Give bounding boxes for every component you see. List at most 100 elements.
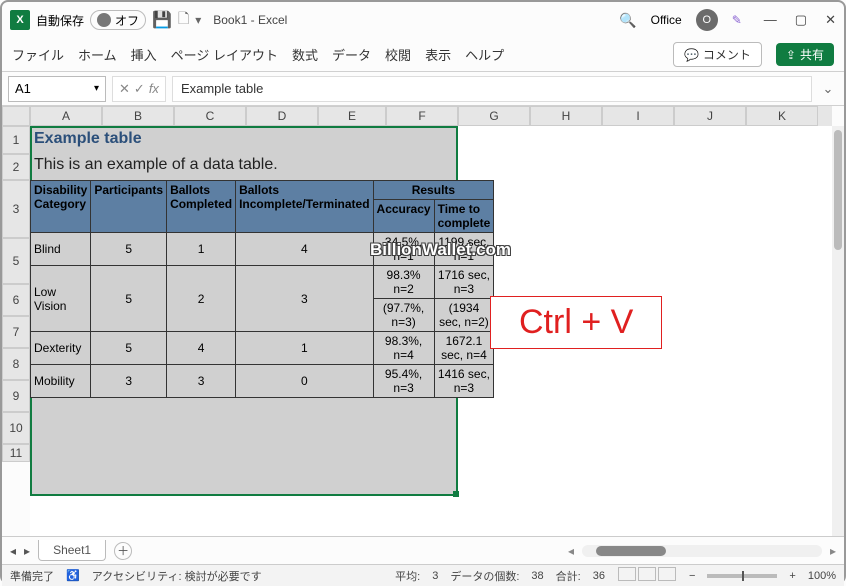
header-incomplete: Ballots Incomplete/Terminated: [236, 181, 373, 233]
col-header-H[interactable]: H: [530, 106, 602, 126]
new-doc-icon[interactable]: 🗋: [178, 8, 189, 32]
row-header-1[interactable]: 1: [2, 126, 30, 154]
scrollbar-thumb[interactable]: [834, 130, 842, 250]
tab-scroll-right-icon[interactable]: ▸: [830, 544, 836, 558]
row-header-10[interactable]: 10: [2, 412, 30, 444]
comments-button[interactable]: 💬 コメント: [673, 42, 762, 67]
tab-view[interactable]: 表示: [425, 45, 451, 64]
col-header-B[interactable]: B: [102, 106, 174, 126]
cell: Blind: [31, 233, 91, 266]
cell: 1: [236, 332, 373, 365]
zoom-in-icon[interactable]: +: [789, 570, 795, 582]
tab-scroll-left-icon[interactable]: ◂: [568, 544, 574, 558]
ribbon-tabs: ファイル ホーム 挿入 ページ レイアウト 数式 データ 校閲 表示 ヘルプ 💬…: [2, 38, 844, 72]
cell: 98.3% n=2: [373, 266, 434, 299]
col-header-J[interactable]: J: [674, 106, 746, 126]
row-header-6[interactable]: 6: [2, 284, 30, 316]
autosave-toggle[interactable]: オフ: [90, 10, 146, 30]
header-accuracy: Accuracy: [373, 200, 434, 233]
add-sheet-button[interactable]: ＋: [114, 542, 132, 560]
autosave-label: 自動保存: [36, 12, 84, 29]
search-icon[interactable]: 🔍: [619, 12, 636, 29]
row-header-2[interactable]: 2: [2, 154, 30, 180]
stat-count-label: データの個数:: [450, 568, 519, 584]
expand-formula-bar-icon[interactable]: ⌄: [818, 81, 838, 97]
stat-sum-label: 合計:: [556, 568, 581, 584]
view-mode-buttons[interactable]: [617, 567, 677, 584]
autosave-state: オフ: [115, 12, 139, 29]
name-box[interactable]: A1 ▾: [8, 76, 106, 102]
accessibility-icon[interactable]: ♿: [66, 569, 80, 582]
cell: 1416 sec, n=3: [434, 365, 494, 398]
col-header-K[interactable]: K: [746, 106, 818, 126]
minimize-button[interactable]: —: [764, 12, 777, 28]
col-header-E[interactable]: E: [318, 106, 386, 126]
row-header-3[interactable]: 3: [2, 180, 30, 238]
fx-icon[interactable]: fx: [149, 81, 159, 96]
row-header-8[interactable]: 8: [2, 348, 30, 380]
spreadsheet-grid[interactable]: ABCDEFGHIJK 123567891011 Example table T…: [2, 106, 844, 536]
tab-home[interactable]: ホーム: [78, 45, 117, 64]
office-label: Office: [651, 13, 682, 27]
header-completed: Ballots Completed: [167, 181, 236, 233]
share-button[interactable]: ⇪ 共有: [776, 43, 834, 66]
comment-icon: 💬: [684, 48, 699, 62]
sheet-nav-next-icon[interactable]: ▸: [24, 544, 30, 558]
drawing-mode-icon[interactable]: ✎: [732, 13, 742, 27]
sheet-tab-active[interactable]: Sheet1: [38, 540, 106, 561]
tab-help[interactable]: ヘルプ: [465, 45, 504, 64]
excel-app-icon: X: [10, 10, 30, 30]
col-header-F[interactable]: F: [386, 106, 458, 126]
qat-overflow-icon[interactable]: ▾: [195, 13, 201, 27]
cell: 5: [91, 266, 167, 332]
select-all-corner[interactable]: [2, 106, 30, 126]
save-icon[interactable]: 💾: [152, 10, 172, 30]
tab-file[interactable]: ファイル: [12, 45, 64, 64]
cell: 2: [167, 266, 236, 332]
horizontal-scrollbar[interactable]: [582, 545, 822, 557]
cancel-formula-icon[interactable]: ✕: [119, 81, 130, 97]
tab-insert[interactable]: 挿入: [131, 45, 157, 64]
tab-layout[interactable]: ページ レイアウト: [171, 45, 278, 64]
cell: 0: [236, 365, 373, 398]
stat-count-value: 38: [531, 570, 543, 582]
cell: Dexterity: [31, 332, 91, 365]
zoom-out-icon[interactable]: −: [689, 570, 695, 582]
row-header-7[interactable]: 7: [2, 316, 30, 348]
vertical-scrollbar[interactable]: [832, 126, 844, 536]
cell: 3: [167, 365, 236, 398]
cell: 4: [167, 332, 236, 365]
tab-formulas[interactable]: 数式: [292, 45, 318, 64]
sheet-nav-prev-icon[interactable]: ◂: [10, 544, 16, 558]
col-header-G[interactable]: G: [458, 106, 530, 126]
header-results: Results: [373, 181, 494, 200]
close-button[interactable]: ✕: [825, 12, 836, 28]
tab-review[interactable]: 校閲: [385, 45, 411, 64]
document-title: Book1 - Excel: [213, 13, 287, 27]
row-headers: 123567891011: [2, 126, 30, 462]
col-header-C[interactable]: C: [174, 106, 246, 126]
formula-value: Example table: [181, 81, 263, 96]
cell: 1716 sec, n=3: [434, 266, 494, 299]
tab-data[interactable]: データ: [332, 45, 371, 64]
maximize-button[interactable]: ▢: [795, 12, 807, 28]
fill-handle[interactable]: [453, 491, 459, 497]
account-avatar[interactable]: O: [696, 9, 718, 31]
accept-formula-icon[interactable]: ✓: [134, 81, 145, 97]
col-header-I[interactable]: I: [602, 106, 674, 126]
row-header-5[interactable]: 5: [2, 238, 30, 284]
zoom-slider[interactable]: [707, 574, 777, 578]
table-header-row: Disability Category Participants Ballots…: [31, 181, 494, 200]
formula-input[interactable]: Example table: [172, 76, 812, 102]
col-header-D[interactable]: D: [246, 106, 318, 126]
col-header-A[interactable]: A: [30, 106, 102, 126]
scrollbar-thumb[interactable]: [596, 546, 666, 556]
row-header-9[interactable]: 9: [2, 380, 30, 412]
cell-canvas[interactable]: Example table This is an example of a da…: [30, 126, 832, 536]
table-row: Low Vision 5 2 3 98.3% n=2 1716 sec, n=3: [31, 266, 494, 299]
header-disability: Disability Category: [31, 181, 91, 233]
header-time: Time to complete: [434, 200, 494, 233]
table-row: Blind 5 1 4 34.5%, n=1 1199 sec, n=1: [31, 233, 494, 266]
sheet-tab-bar: ◂ ▸ Sheet1 ＋ ◂ ▸: [2, 536, 844, 564]
row-header-11[interactable]: 11: [2, 444, 30, 462]
